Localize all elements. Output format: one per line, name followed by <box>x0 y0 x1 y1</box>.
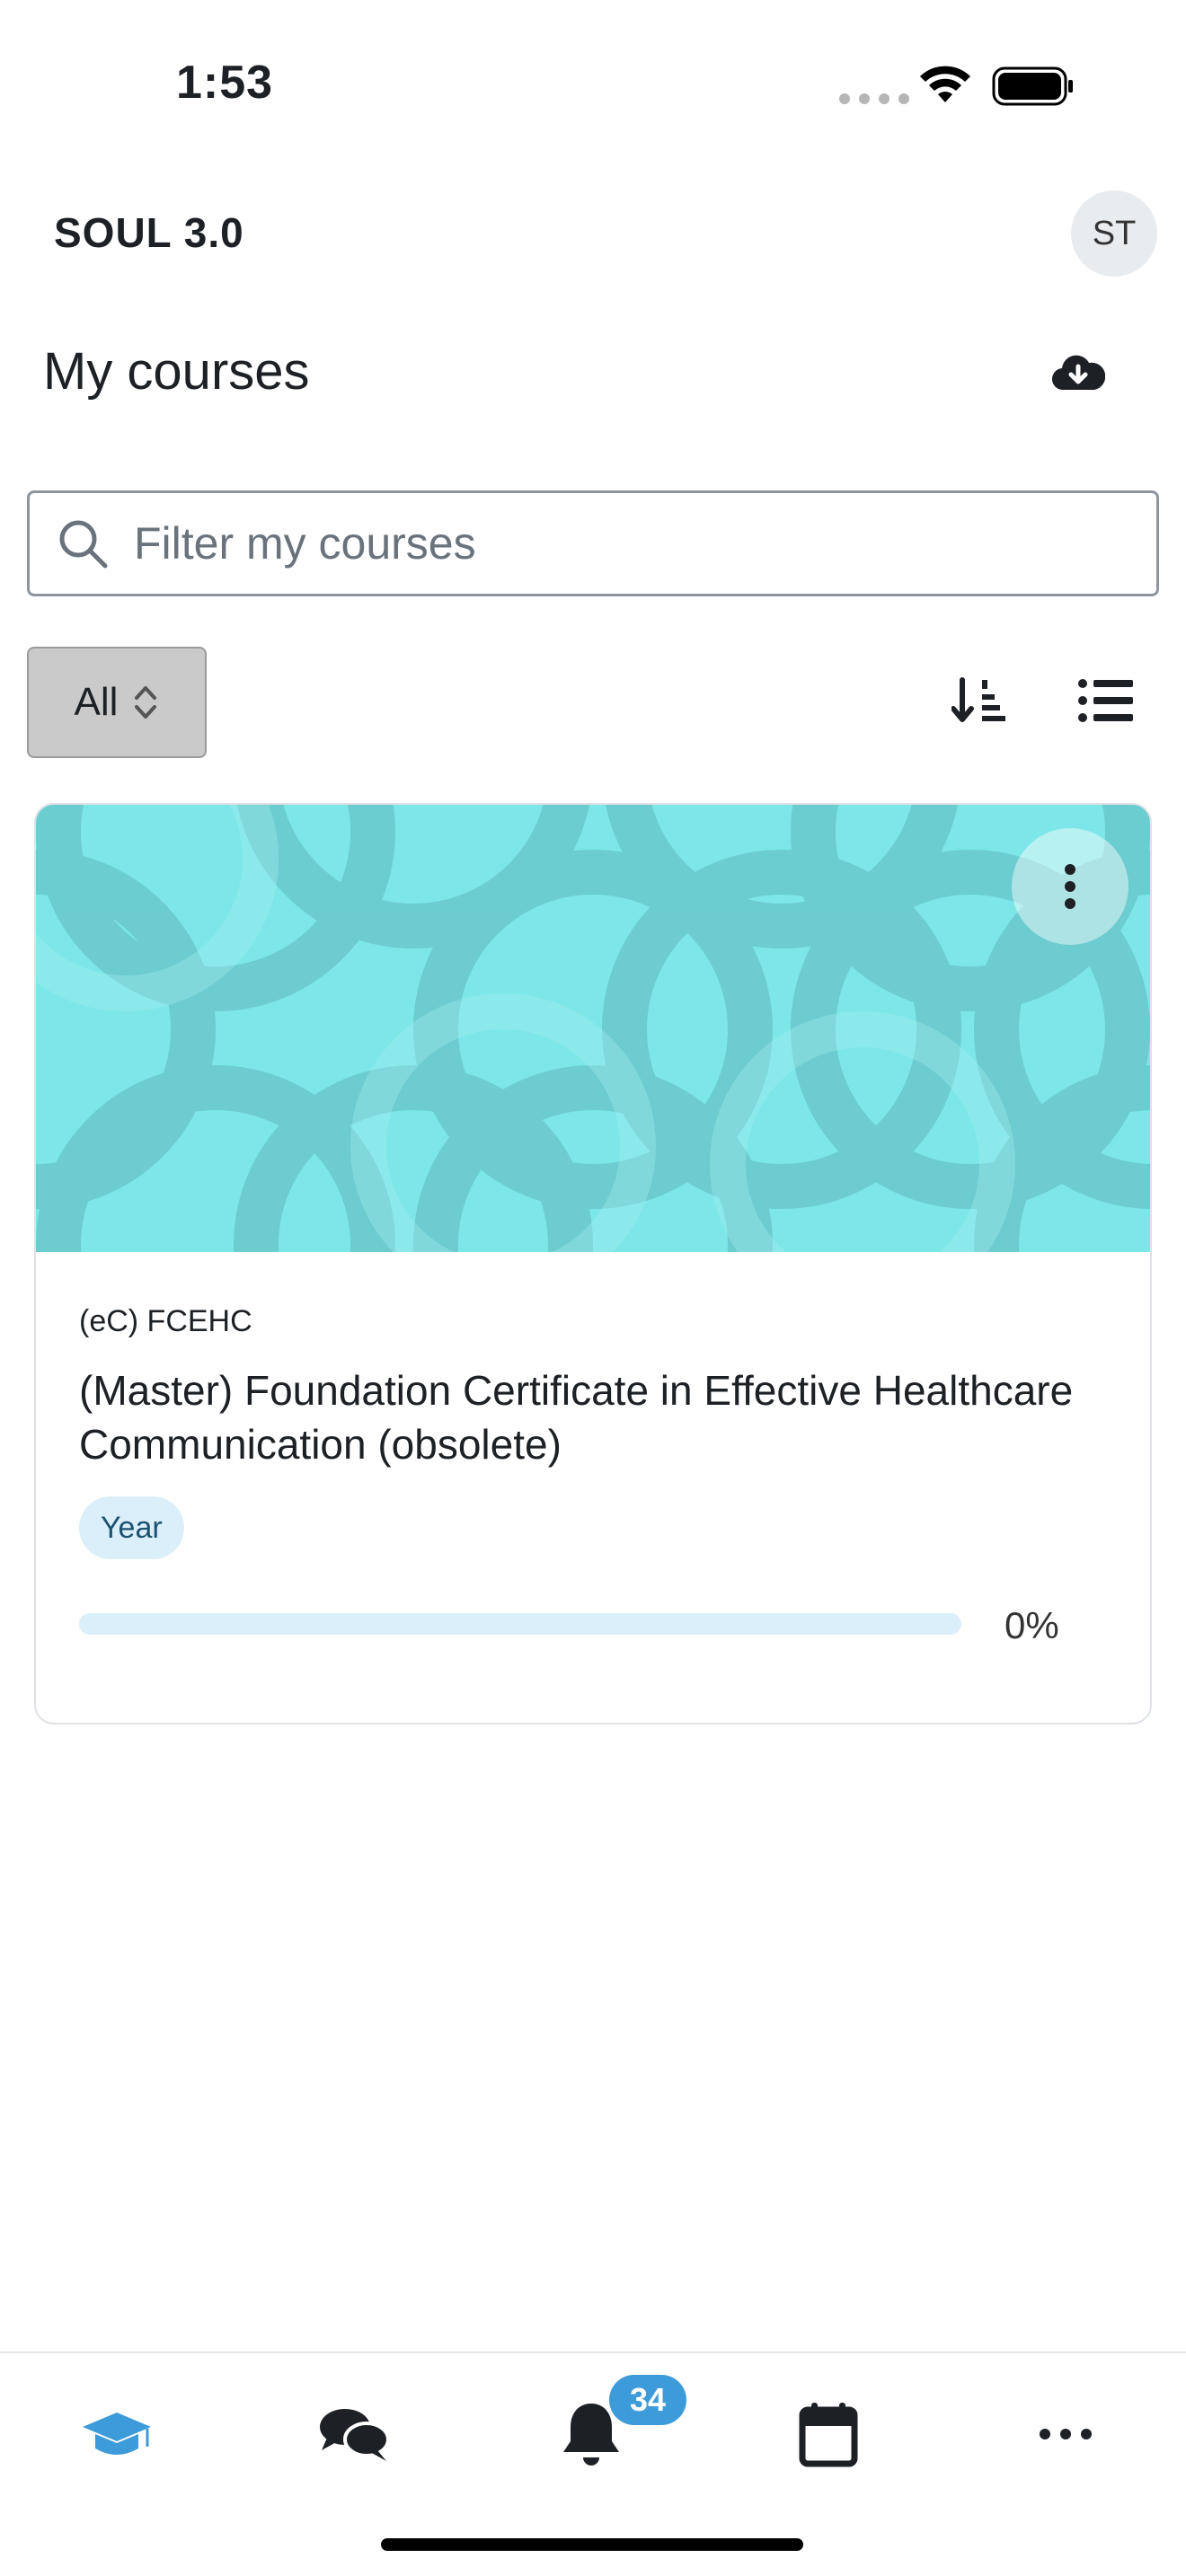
more-horizontal-icon <box>1040 2429 1092 2439</box>
download-courses-button[interactable] <box>1042 341 1114 404</box>
more-vertical-icon <box>1065 864 1075 909</box>
battery-icon <box>992 66 1075 110</box>
course-short-name: (eC) FCEHC <box>79 1304 252 1338</box>
search-icon <box>59 520 108 569</box>
course-progress-bar <box>79 1613 961 1635</box>
filter-courses-input[interactable]: Filter my courses <box>27 490 1159 596</box>
course-options-button[interactable] <box>1012 828 1128 945</box>
cellular-signal-icon <box>839 93 909 104</box>
course-full-name[interactable]: (Master) Foundation Certificate in Effec… <box>79 1363 1085 1471</box>
course-card[interactable]: (eC) FCEHC (Master) Foundation Certifica… <box>34 803 1152 1725</box>
course-category-badge: Year <box>79 1496 184 1559</box>
sort-courses-button[interactable] <box>943 665 1015 737</box>
course-progress-label: 0% <box>1005 1604 1059 1646</box>
list-icon <box>1078 679 1133 722</box>
graduation-cap-icon <box>83 2413 151 2455</box>
calendar-icon <box>799 2403 858 2467</box>
view-mode-list-button[interactable] <box>1069 665 1141 737</box>
sort-icon <box>951 677 1005 722</box>
filter-selected-label: All <box>74 680 119 724</box>
status-time: 1:53 <box>176 57 274 109</box>
site-name: SOUL 3.0 <box>54 209 244 256</box>
chevron-up-down-icon <box>135 686 157 719</box>
wifi-icon <box>918 63 972 109</box>
page-title: My courses <box>43 342 310 401</box>
tab-calendar[interactable] <box>783 2389 873 2479</box>
tab-more[interactable] <box>1021 2389 1111 2479</box>
home-indicator <box>381 2538 803 2551</box>
cloud-download-icon <box>1052 355 1105 391</box>
course-image <box>36 805 1150 1252</box>
tab-my-courses[interactable] <box>72 2389 162 2479</box>
tab-messages[interactable] <box>309 2389 399 2479</box>
chat-bubbles-icon <box>320 2409 390 2461</box>
course-filter-select[interactable]: All <box>27 647 207 758</box>
user-avatar[interactable]: ST <box>1071 190 1157 277</box>
filter-courses-placeholder: Filter my courses <box>134 518 476 569</box>
notification-count-badge: 34 <box>609 2375 686 2425</box>
